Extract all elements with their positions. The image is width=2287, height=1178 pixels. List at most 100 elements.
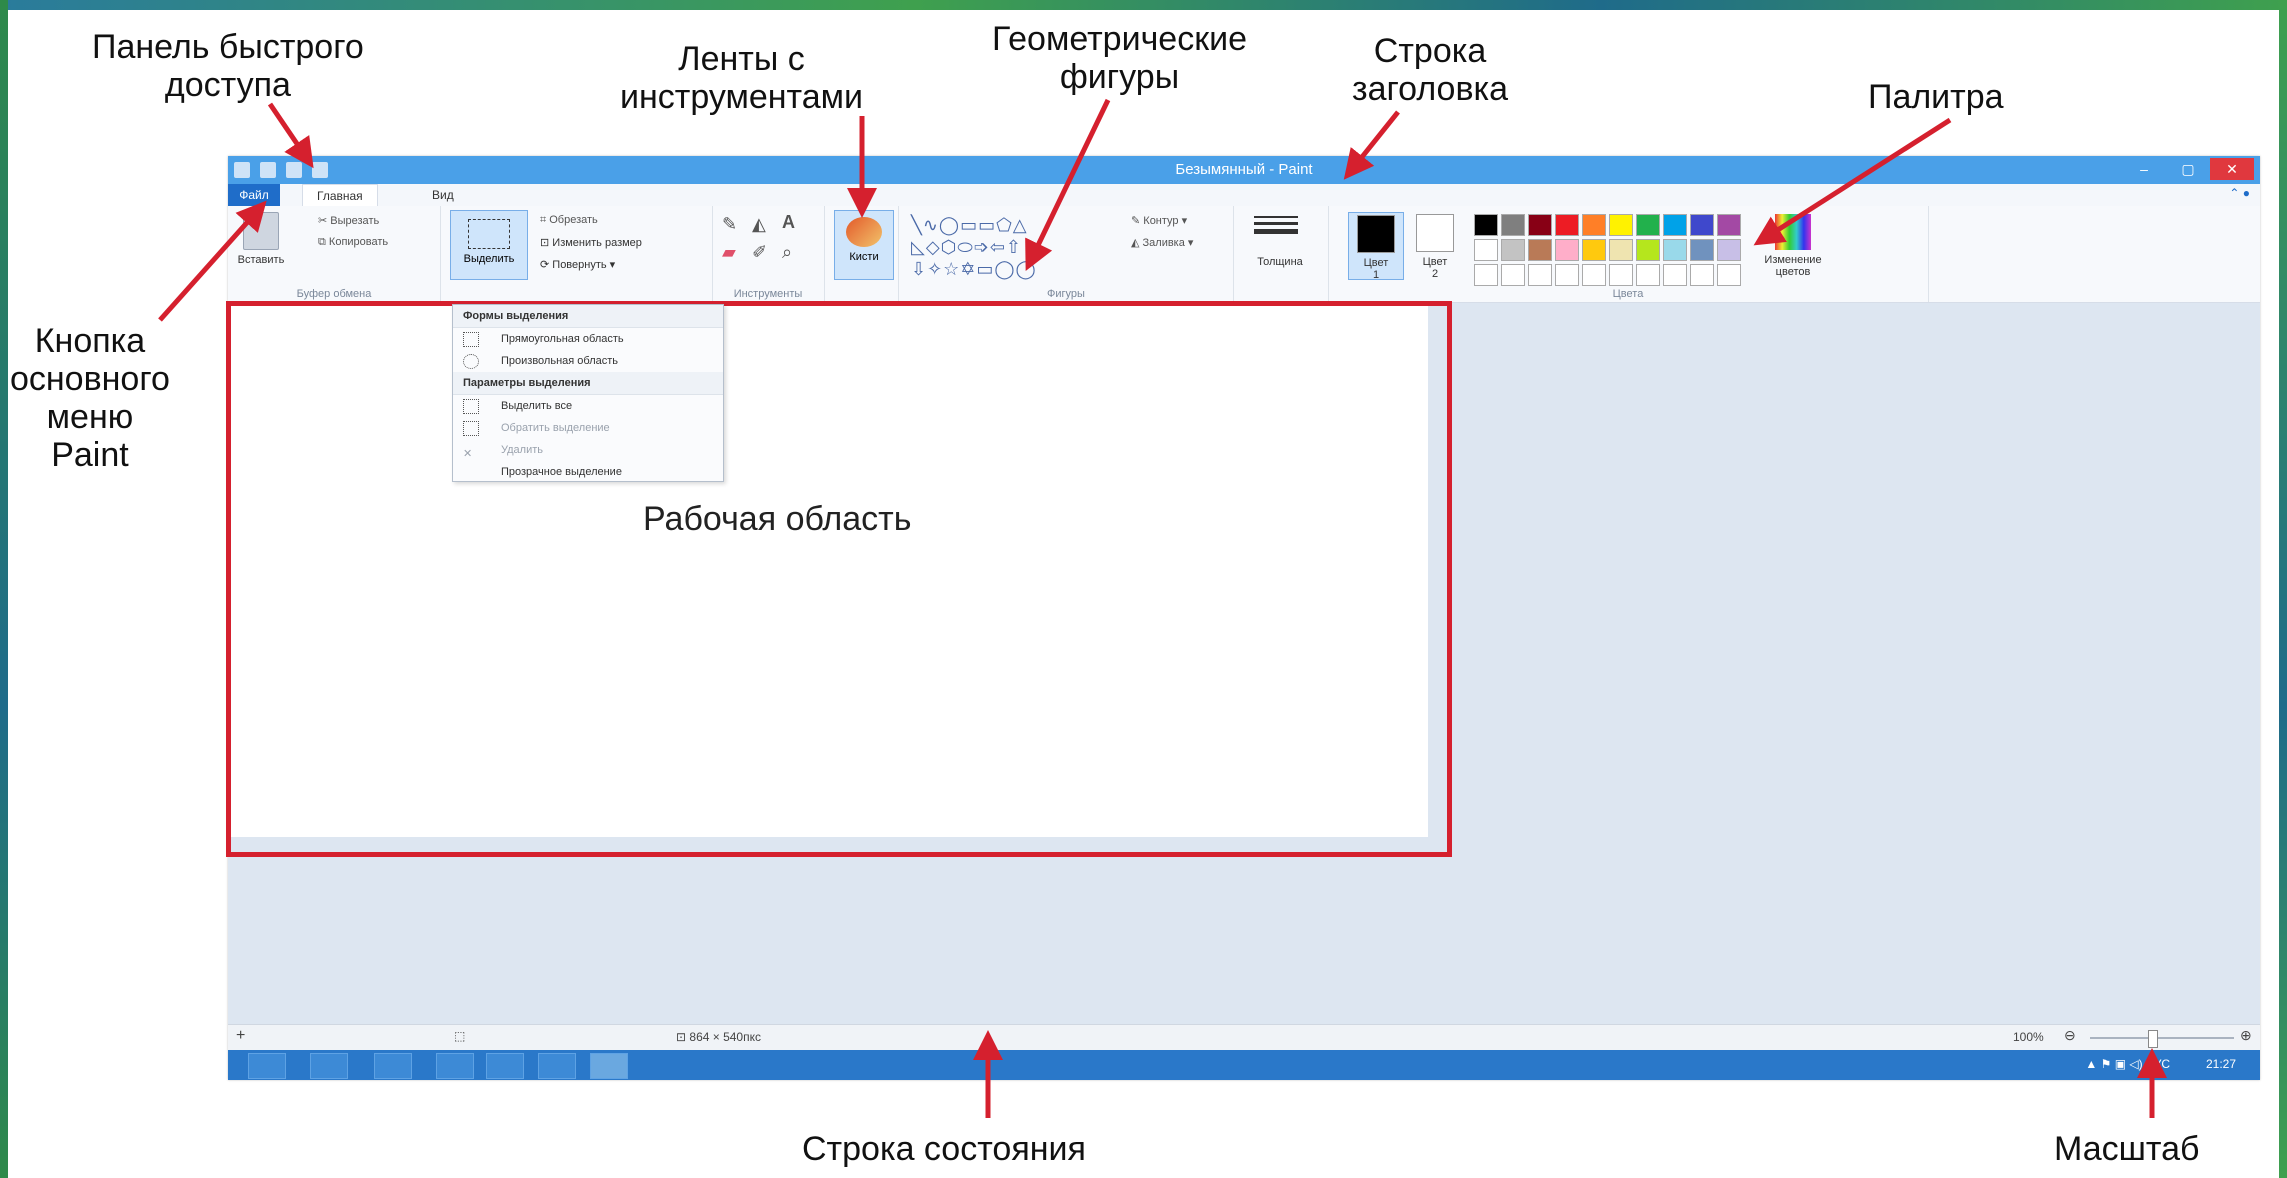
color1-number: 1 [1372, 269, 1380, 281]
palette-swatch-1-1[interactable] [1501, 239, 1525, 261]
fill-button[interactable]: ◭ Заливка ▾ [1131, 236, 1193, 249]
slide-top-border [0, 0, 2287, 10]
clipboard-icon [243, 212, 279, 250]
maximize-button[interactable]: ▢ [2166, 158, 2210, 180]
palette-custom-swatch-7[interactable] [1663, 264, 1687, 286]
zoom-slider[interactable] [2090, 1037, 2234, 1039]
menu-item-delete[interactable]: ✕ Удалить [453, 439, 723, 461]
color1-label: Цвет [1363, 257, 1389, 269]
palette-swatch-1-7[interactable] [1663, 239, 1687, 261]
outline-label: Контур [1143, 215, 1179, 227]
magnifier-icon[interactable]: ⌕ [782, 242, 792, 263]
color2-number: 2 [1431, 268, 1439, 280]
tab-file[interactable]: Файл [228, 184, 280, 206]
zoom-in-icon[interactable]: ⊕ [2240, 1027, 2252, 1044]
palette-custom-swatch-5[interactable] [1609, 264, 1633, 286]
copy-button[interactable]: ⧉ Копировать [318, 236, 388, 249]
palette-swatch-0-4[interactable] [1582, 214, 1606, 236]
palette-custom-swatch-3[interactable] [1555, 264, 1579, 286]
tools-group-label: Инструменты [733, 288, 803, 300]
palette-custom-swatch-4[interactable] [1582, 264, 1606, 286]
palette-swatch-1-8[interactable] [1690, 239, 1714, 261]
brushes-button[interactable]: Кисти [834, 210, 894, 280]
image-size-value: 864 × 540пкс [689, 1030, 761, 1044]
color1-button[interactable]: Цвет 1 [1348, 212, 1404, 281]
status-bar: + ⬚ ⊡ 864 × 540пкс 100% ⊖ ⊕ [228, 1024, 2260, 1051]
zoom-out-icon[interactable]: ⊖ [2064, 1027, 2076, 1044]
palette-swatch-1-3[interactable] [1555, 239, 1579, 261]
palette-swatch-1-0[interactable] [1474, 239, 1498, 261]
app-icon-5[interactable] [486, 1053, 524, 1079]
resize-button[interactable]: ⊡ Изменить размер [540, 236, 642, 249]
text-icon[interactable]: A [782, 212, 795, 233]
tab-home[interactable]: Главная [302, 184, 378, 207]
menu-item-rectangular-label: Прямоугольная область [501, 333, 624, 345]
palette-custom-swatch-8[interactable] [1690, 264, 1714, 286]
palette-swatch-1-5[interactable] [1609, 239, 1633, 261]
palette-custom-swatch-9[interactable] [1717, 264, 1741, 286]
rotate-label: Повернуть [552, 259, 607, 271]
close-button[interactable]: ✕ [2210, 158, 2254, 180]
menu-item-transparent[interactable]: Прозрачное выделение [453, 461, 723, 483]
thickness-button[interactable] [1254, 216, 1298, 238]
color2-button[interactable]: Цвет 2 [1408, 212, 1462, 280]
palette-custom-swatch-6[interactable] [1636, 264, 1660, 286]
yandex-browser-icon[interactable] [310, 1053, 348, 1079]
tab-view[interactable]: Вид [418, 184, 468, 206]
menu-item-freeform[interactable]: Произвольная область [453, 350, 723, 372]
menu-item-select-all[interactable]: Выделить все [453, 395, 723, 417]
app-icon-6[interactable] [538, 1053, 576, 1079]
edit-colors-button[interactable]: Изменение цветов [1758, 212, 1828, 278]
zoom-slider-thumb[interactable] [2148, 1030, 2158, 1048]
help-icon[interactable]: ⌃ ● [2229, 186, 2250, 200]
palette-swatch-0-3[interactable] [1555, 214, 1579, 236]
menu-item-rectangular[interactable]: Прямоугольная область [453, 328, 723, 350]
palette-swatch-1-4[interactable] [1582, 239, 1606, 261]
palette-swatch-0-9[interactable] [1717, 214, 1741, 236]
paste-button[interactable]: Вставить [236, 212, 286, 266]
pencil-icon[interactable]: ✎ [722, 214, 737, 235]
shapes-gallery[interactable]: ╲∿◯▭▭⬠△ ◺◇⬡⬭➩⇦⇧ ⇩✧☆✡▭◯◯ [911, 214, 1111, 280]
palette-swatch-0-2[interactable] [1528, 214, 1552, 236]
palette-swatch-1-6[interactable] [1636, 239, 1660, 261]
crop-label: Обрезать [549, 214, 598, 226]
cursor-position-icon: + [236, 1027, 246, 1044]
quick-access-arrow [267, 102, 314, 169]
cut-label: Вырезать [330, 215, 380, 227]
palette-swatch-0-0[interactable] [1474, 214, 1498, 236]
shapes-callout: Геометрические фигуры [992, 20, 1247, 96]
menu-button-callout-line2: основного [10, 360, 170, 398]
skype-icon[interactable] [436, 1053, 474, 1079]
palette-swatch-0-7[interactable] [1663, 214, 1687, 236]
quick-access-callout: Панель быстрого доступа [92, 28, 364, 104]
fill-icon[interactable]: ◭ [752, 214, 766, 235]
minimize-button[interactable]: – [2122, 158, 2166, 180]
rotate-button[interactable]: ⟳ Повернуть ▾ [540, 258, 615, 271]
select-button[interactable]: Выделить [450, 210, 528, 280]
palette-swatch-1-2[interactable] [1528, 239, 1552, 261]
eraser-icon[interactable]: ▰ [722, 242, 736, 263]
palette-swatch-0-8[interactable] [1690, 214, 1714, 236]
palette-swatch-1-9[interactable] [1717, 239, 1741, 261]
slide-right-border [2279, 0, 2287, 1178]
palette-custom-swatch-2[interactable] [1528, 264, 1552, 286]
menu-item-transparent-label: Прозрачное выделение [501, 466, 622, 478]
menu-item-delete-label: Удалить [501, 444, 543, 456]
palette-swatch-0-5[interactable] [1609, 214, 1633, 236]
menu-item-invert[interactable]: Обратить выделение [453, 417, 723, 439]
cut-button[interactable]: ✂ Вырезать [318, 214, 379, 227]
palette-custom-swatch-1[interactable] [1501, 264, 1525, 286]
palette-custom-swatch-0[interactable] [1474, 264, 1498, 286]
app-icon-3[interactable] [374, 1053, 412, 1079]
brush-icon [846, 217, 882, 247]
palette-swatch-0-1[interactable] [1501, 214, 1525, 236]
palette-swatch-0-6[interactable] [1636, 214, 1660, 236]
outline-button[interactable]: ✎ Контур ▾ [1131, 214, 1187, 227]
image-group: Выделить ⌗ Обрезать ⊡ Изменить размер ⟳ … [440, 206, 713, 302]
paint-taskbar-icon[interactable] [590, 1053, 628, 1079]
language-indicator[interactable]: РУС [2146, 1057, 2170, 1071]
color-picker-icon[interactable]: ✐ [752, 242, 767, 263]
crop-button[interactable]: ⌗ Обрезать [540, 214, 598, 227]
explorer-icon[interactable] [248, 1053, 286, 1079]
menu-item-freeform-label: Произвольная область [501, 355, 619, 367]
